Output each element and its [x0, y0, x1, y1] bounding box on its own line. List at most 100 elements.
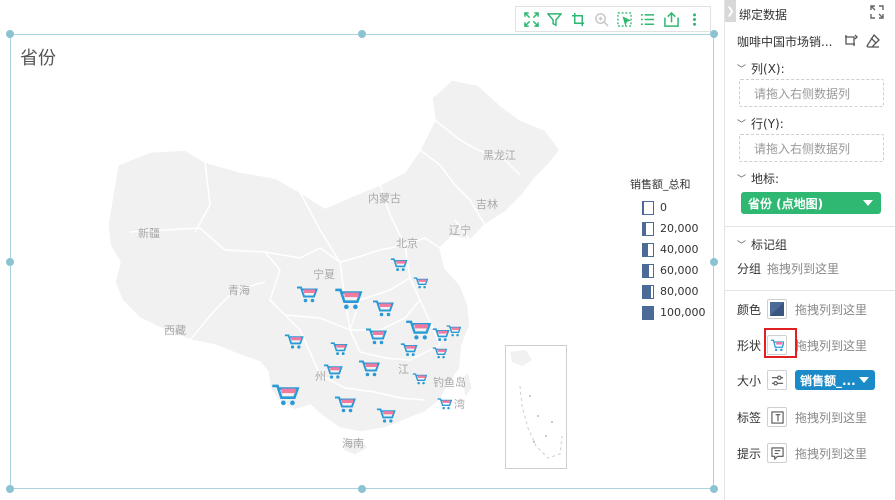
columns-drop-zone[interactable]: 请拖入右侧数据列 [739, 79, 884, 107]
divider [725, 290, 895, 291]
cart-marker-icon[interactable] [390, 258, 408, 272]
shape-row: 形状 拖拽列到这里 [737, 333, 893, 357]
tag-row: 标签 拖拽列到这里 [737, 405, 893, 429]
legend-label: 40,000 [660, 243, 699, 256]
columns-section-header[interactable]: ﹀ 列(X): [737, 60, 785, 77]
province-label: 北京 [396, 237, 418, 250]
province-label: 西藏 [164, 324, 186, 337]
legend-label: 60,000 [660, 264, 699, 277]
eraser-icon[interactable] [865, 33, 881, 49]
cart-marker-icon[interactable] [400, 343, 418, 357]
caret-down-icon[interactable] [863, 200, 873, 206]
binding-panel: ❯ 绑定数据 咖啡中国市场销... ﹀ 列(X): 请拖入右侧数据列 ﹀ 行(Y… [724, 0, 895, 500]
cart-marker-icon[interactable] [413, 277, 429, 289]
cart-marker-icon[interactable] [412, 373, 428, 385]
shape-button-highlight [764, 328, 797, 358]
tooltip-row: 提示 拖拽列到这里 [737, 441, 893, 465]
legend-swatch [642, 263, 654, 278]
province-label: 江 [398, 363, 409, 376]
cart-marker-icon[interactable] [405, 320, 432, 340]
province-label: 新疆 [138, 227, 160, 240]
legend-item[interactable]: 80,000 [630, 281, 706, 302]
swap-axes-icon[interactable] [868, 3, 886, 21]
legend-swatch [642, 221, 654, 236]
legend-swatch [642, 284, 654, 299]
dataset-row: 咖啡中国市场销... [737, 32, 889, 50]
color-drop-zone[interactable]: 拖拽列到这里 [795, 301, 867, 318]
chevron-down-icon: ﹀ [737, 120, 747, 130]
province-label: 黑龙江 [483, 149, 516, 162]
cart-marker-icon[interactable] [284, 334, 304, 349]
rows-drop-zone[interactable]: 请拖入右侧数据列 [739, 134, 884, 162]
color-picker-button[interactable] [767, 299, 787, 319]
legend-swatch [642, 305, 654, 320]
cart-marker-icon[interactable] [323, 364, 343, 379]
color-swatch-icon [770, 302, 784, 316]
cart-marker-icon[interactable] [437, 398, 453, 410]
legend-item[interactable]: 40,000 [630, 239, 706, 260]
chevron-down-icon: ﹀ [737, 175, 747, 185]
cart-marker-icon[interactable] [446, 325, 462, 337]
province-label: 辽宁 [449, 224, 471, 237]
inset-map [510, 350, 563, 459]
chart-canvas: 省份 黑龙江 内蒙古 吉林 新疆 辽宁 北京 宁夏 青海 西藏江钓鱼岛 海南州湾 销售额_总和 0… [0, 0, 724, 500]
panel-collapse-toggle[interactable]: ❯ [725, 0, 736, 22]
legend-swatch [642, 200, 654, 215]
chevron-down-icon: ﹀ [737, 241, 747, 251]
legend-item[interactable]: 60,000 [630, 260, 706, 281]
group-row: 分组 拖拽列到这里 [737, 260, 840, 277]
china-map[interactable] [0, 0, 724, 500]
south-china-sea-inset [505, 345, 567, 469]
cart-marker-icon[interactable] [330, 342, 348, 356]
province-label: 内蒙古 [368, 192, 401, 205]
geo-section-header[interactable]: ﹀ 地标: [737, 170, 779, 187]
rows-section-header[interactable]: ﹀ 行(Y): [737, 115, 784, 132]
tooltip-icon [770, 446, 784, 460]
legend-label: 0 [660, 201, 667, 214]
province-label: 海南 [342, 437, 364, 450]
sliders-icon [771, 374, 783, 386]
label-icon [770, 410, 784, 424]
legend-item[interactable]: 0 [630, 197, 706, 218]
province-label: 宁夏 [313, 268, 335, 281]
panel-title: 绑定数据 [739, 8, 788, 22]
legend-item[interactable]: 100,000 [630, 302, 706, 323]
cart-marker-icon[interactable] [372, 300, 394, 317]
cart-marker-icon[interactable] [296, 286, 318, 303]
size-settings-button[interactable] [767, 370, 787, 390]
cart-marker-icon[interactable] [365, 328, 387, 345]
chevron-down-icon: ﹀ [737, 65, 747, 75]
marks-section-header[interactable]: ﹀ 标记组 [737, 236, 787, 253]
tooltip-drop-zone[interactable]: 拖拽列到这里 [795, 445, 867, 462]
size-field-pill[interactable]: 销售额_... [795, 370, 875, 390]
legend-item[interactable]: 20,000 [630, 218, 706, 239]
tag-settings-button[interactable] [767, 407, 787, 427]
legend-label: 80,000 [660, 285, 699, 298]
cart-marker-icon[interactable] [334, 288, 363, 310]
divider [725, 226, 895, 227]
cart-marker-icon[interactable] [358, 360, 380, 377]
cart-marker-icon[interactable] [271, 384, 300, 406]
cart-marker-icon[interactable] [432, 347, 448, 359]
geo-field-pill[interactable]: 省份 (点地图) [741, 192, 881, 214]
size-row: 大小 销售额_... [737, 368, 893, 392]
province-label: 钓鱼岛 [433, 376, 466, 389]
change-dataset-icon[interactable] [843, 33, 859, 49]
legend-label: 20,000 [660, 222, 699, 235]
province-label: 青海 [228, 284, 250, 297]
legend-label: 100,000 [660, 306, 706, 319]
chart-legend: 销售额_总和 0 20,000 40,000 60,000 80,000 100,000 [630, 176, 706, 323]
tooltip-settings-button[interactable] [767, 443, 787, 463]
dataset-name[interactable]: 咖啡中国市场销... [737, 33, 837, 50]
legend-title: 销售额_总和 [630, 178, 691, 191]
color-row: 颜色 拖拽列到这里 [737, 297, 893, 321]
province-label: 湾 [454, 398, 465, 411]
legend-swatch [642, 242, 654, 257]
caret-down-icon[interactable] [859, 377, 869, 383]
tag-drop-zone[interactable]: 拖拽列到这里 [795, 409, 867, 426]
shape-drop-zone[interactable]: 拖拽列到这里 [795, 337, 867, 354]
cart-marker-icon[interactable] [376, 408, 396, 423]
province-label: 吉林 [476, 198, 498, 211]
cart-marker-icon[interactable] [334, 396, 356, 413]
group-drop-zone[interactable]: 拖拽列到这里 [767, 260, 839, 277]
